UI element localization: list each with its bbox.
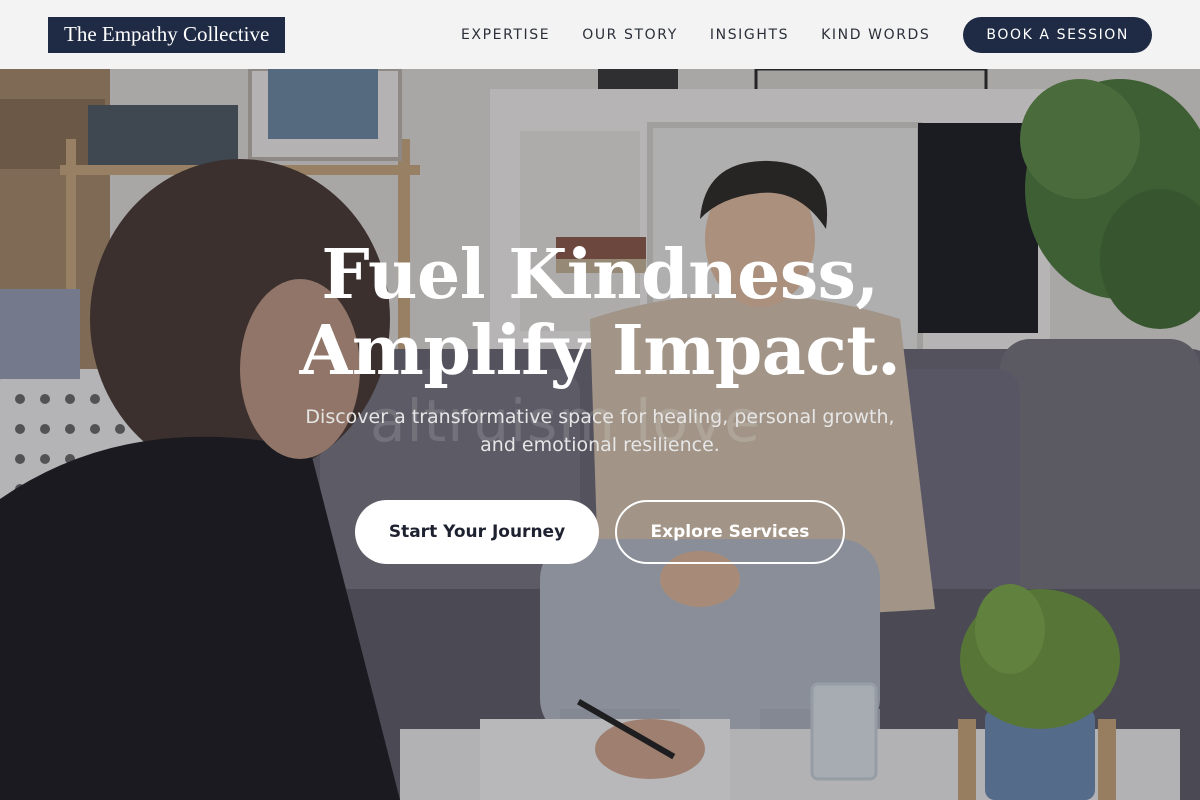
book-session-button[interactable]: BOOK A SESSION xyxy=(963,16,1152,53)
main-nav: EXPERTISE OUR STORY INSIGHTS KIND WORDS xyxy=(461,27,930,43)
nav-link-insights[interactable]: INSIGHTS xyxy=(710,27,789,43)
site-header: The Empathy Collective EXPERTISE OUR STO… xyxy=(0,0,1200,69)
nav-link-our-story[interactable]: OUR STORY xyxy=(582,27,678,43)
hero-section: altruism love Fuel Kindness, Amplify Imp… xyxy=(0,69,1200,800)
brand-logo[interactable]: The Empathy Collective xyxy=(48,16,286,53)
nav-link-kind-words[interactable]: KIND WORDS xyxy=(821,27,930,43)
hero-subtext: Discover a transformative space for heal… xyxy=(305,406,895,456)
explore-services-button[interactable]: Explore Services xyxy=(615,500,845,564)
hero-headline: Fuel Kindness, Amplify Impact. xyxy=(299,235,901,391)
nav-link-expertise[interactable]: EXPERTISE xyxy=(461,27,550,43)
start-journey-button[interactable]: Start Your Journey xyxy=(355,500,599,564)
